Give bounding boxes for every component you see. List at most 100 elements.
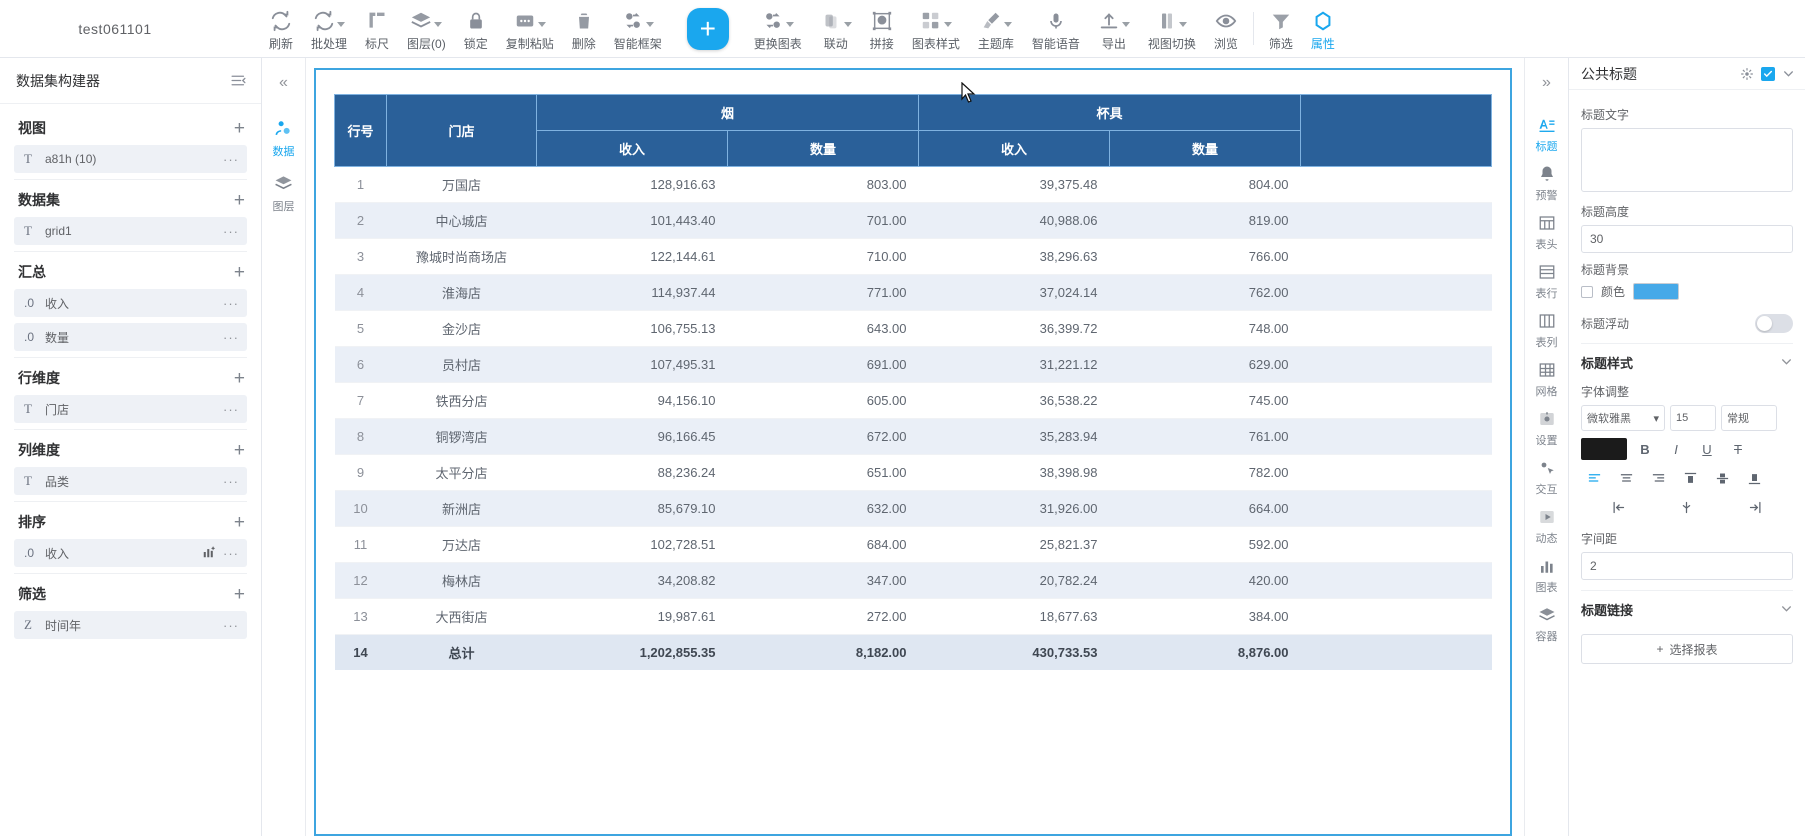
field-summary-quantity[interactable]: .0 数量 ··· [14,323,247,351]
rail-tab-alert[interactable]: 预警 [1526,159,1568,208]
section-dataset-add-button[interactable]: + [234,191,245,210]
title-bg-color-checkbox[interactable] [1581,286,1593,298]
chevron-down-icon[interactable] [1780,355,1793,371]
table-row[interactable]: 3 豫城时尚商场店 122,144.61 710.00 38,296.63 76… [335,239,1492,275]
underline-icon[interactable]: U [1694,438,1720,460]
section-sort-add-button[interactable]: + [234,513,245,532]
field-more-icon[interactable]: ··· [223,547,239,560]
rail-tab-table-row[interactable]: 表行 [1526,257,1568,306]
pin-icon[interactable] [1740,67,1754,81]
add-component-button[interactable]: + [687,8,729,50]
align-center-icon[interactable] [1613,467,1639,489]
toolbar-chart-style[interactable]: 图表样式 [903,0,969,57]
field-view-a81h[interactable]: T a81h (10) ··· [14,145,247,173]
align-top-icon[interactable] [1677,467,1703,489]
field-more-icon[interactable]: ··· [223,619,239,632]
toolbar-export[interactable]: 导出 [1089,0,1139,57]
toolbar-filter[interactable]: 筛选 [1260,0,1302,57]
header-cup-income[interactable]: 收入 [919,131,1110,167]
indent-start-icon[interactable] [1605,496,1631,518]
rail-tab-data[interactable]: 数据 [263,112,305,165]
field-more-icon[interactable]: ··· [223,153,239,166]
section-col-dimension-add-button[interactable]: + [234,441,245,460]
header-cup-quantity[interactable]: 数量 [1110,131,1301,167]
chevron-down-icon[interactable] [844,22,852,27]
rail-tab-table-column[interactable]: 表列 [1526,306,1568,355]
section-row-dimension-add-button[interactable]: + [234,369,245,388]
rail-tab-dynamic[interactable]: 动态 [1526,502,1568,551]
table-row[interactable]: 8 铜锣湾店 96,166.45 672.00 35,283.94 761.00 [335,419,1492,455]
toolbar-batch-process[interactable]: 批处理 [302,0,356,57]
chevron-down-icon[interactable] [1782,67,1795,80]
chevron-down-icon[interactable] [786,22,794,27]
rail-tab-settings[interactable]: 设置 [1526,404,1568,453]
section-view-add-button[interactable]: + [234,119,245,138]
chevron-down-icon[interactable] [434,22,442,27]
chevron-down-icon[interactable] [944,22,952,27]
toolbar-smart-frame[interactable]: 智能框架 [605,0,671,57]
chevron-down-icon[interactable] [1122,22,1130,27]
toolbar-smart-voice[interactable]: 智能语音 [1023,0,1089,57]
field-dataset-grid1[interactable]: T grid1 ··· [14,217,247,245]
header-group-cigarette[interactable]: 烟 [537,95,919,131]
toolbar-view-switch[interactable]: 视图切换 [1139,0,1205,57]
field-summary-income[interactable]: .0 收入 ··· [14,289,247,317]
rail-tab-chart[interactable]: 图表 [1526,551,1568,600]
toolbar-delete[interactable]: 删除 [563,0,605,57]
rail-tab-table-header[interactable]: 表头 [1526,208,1568,257]
toolbar-swap-chart[interactable]: 更换图表 [745,0,811,57]
font-color-swatch[interactable] [1581,438,1627,460]
table-row[interactable]: 9 太平分店 88,236.24 651.00 38,398.98 782.00 [335,455,1492,491]
table-total-row[interactable]: 14 总计 1,202,855.35 8,182.00 430,733.53 8… [335,635,1492,671]
section-filter-add-button[interactable]: + [234,585,245,604]
collapse-left-icon[interactable]: « [262,68,305,98]
toolbar-copy-paste[interactable]: 复制粘贴 [497,0,563,57]
check-box-icon[interactable] [1761,67,1775,81]
align-bottom-icon[interactable] [1741,467,1767,489]
toolbar-lock[interactable]: 锁定 [455,0,497,57]
header-cig-quantity[interactable]: 数量 [728,131,919,167]
rail-tab-layers[interactable]: 图层 [263,167,305,220]
toolbar-refresh[interactable]: 刷新 [260,0,302,57]
toolbar-browse[interactable]: 浏览 [1205,0,1247,57]
field-sort-income[interactable]: .0 收入 ··· [14,539,247,567]
align-right-icon[interactable] [1645,467,1671,489]
rail-tab-title[interactable]: 标题 [1526,110,1568,159]
title-bg-color-swatch[interactable] [1633,283,1679,300]
table-row[interactable]: 13 大西街店 19,987.61 272.00 18,677.63 384.0… [335,599,1492,635]
field-row-store[interactable]: T 门店 ··· [14,395,247,423]
toolbar-properties[interactable]: 属性 [1302,0,1344,57]
field-more-icon[interactable]: ··· [223,475,239,488]
strikethrough-icon[interactable]: T [1725,438,1751,460]
chevron-down-icon[interactable] [1004,22,1012,27]
header-row-number[interactable]: 行号 [335,95,387,167]
field-more-icon[interactable]: ··· [223,225,239,238]
title-link-section-header[interactable]: 标题链接 [1581,590,1793,626]
align-middle-icon[interactable] [1709,467,1735,489]
indent-end-icon[interactable] [1743,496,1769,518]
title-height-input[interactable] [1581,225,1793,253]
bold-icon[interactable]: B [1632,438,1658,460]
table-row[interactable]: 5 金沙店 106,755.13 643.00 36,399.72 748.00 [335,311,1492,347]
header-group-cups[interactable]: 杯具 [919,95,1301,131]
header-store[interactable]: 门店 [387,95,537,167]
toolbar-splice[interactable]: 拼接 [861,0,903,57]
title-float-toggle[interactable] [1755,314,1793,333]
table-row[interactable]: 12 梅林店 34,208.82 347.00 20,782.24 420.00 [335,563,1492,599]
table-row[interactable]: 6 员村店 107,495.31 691.00 31,221.12 629.00 [335,347,1492,383]
expand-right-icon[interactable]: » [1542,68,1551,98]
table-row[interactable]: 4 淮海店 114,937.44 771.00 37,024.14 762.00 [335,275,1492,311]
section-summary-add-button[interactable]: + [234,263,245,282]
select-report-button[interactable]: + 选择报表 [1581,634,1793,664]
title-style-section-header[interactable]: 标题样式 [1581,343,1793,379]
chevron-down-icon[interactable] [538,22,546,27]
list-settings-icon[interactable] [230,72,247,89]
font-size-select[interactable]: 15 [1670,405,1716,431]
field-more-icon[interactable]: ··· [223,331,239,344]
sort-bar-icon[interactable] [202,545,216,562]
toolbar-ruler[interactable]: 标尺 [356,0,398,57]
font-family-select[interactable]: 微软雅黑 ▾ [1581,405,1665,431]
rail-tab-interaction[interactable]: 交互 [1526,453,1568,502]
field-more-icon[interactable]: ··· [223,297,239,310]
table-row[interactable]: 10 新洲店 85,679.10 632.00 31,926.00 664.00 [335,491,1492,527]
